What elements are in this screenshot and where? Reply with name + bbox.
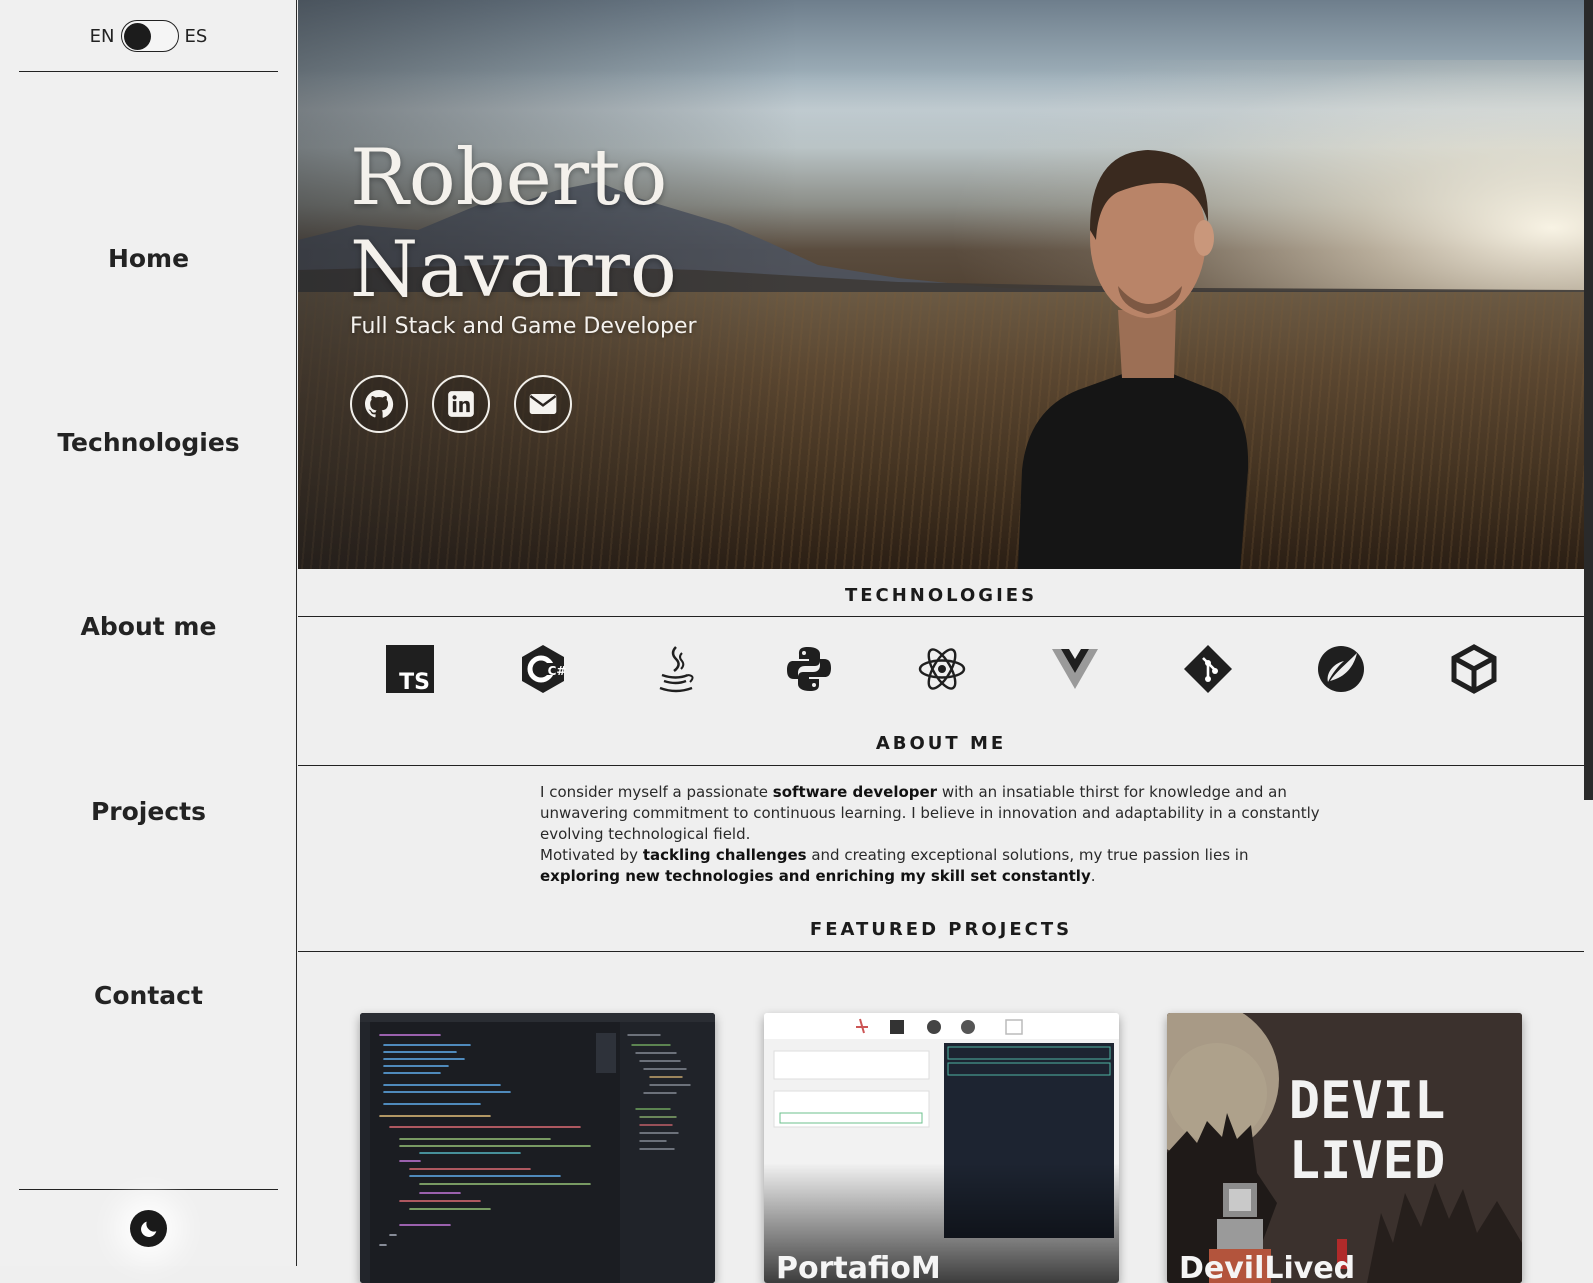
hero-name-last: Navarro	[350, 225, 677, 315]
linkedin-link[interactable]	[432, 375, 490, 433]
language-toggle-knob	[123, 22, 151, 50]
typescript-icon-text: TS	[399, 670, 430, 693]
projects-divider	[298, 951, 1584, 952]
sidebar: EN ES Home Technologies About me Project…	[0, 0, 297, 1266]
theme-toggle-button[interactable]	[130, 1210, 167, 1247]
java-icon	[650, 643, 702, 695]
nav-item-contact[interactable]: Contact	[0, 981, 297, 1010]
scrollbar-track[interactable]	[1584, 800, 1593, 1266]
nav-item-home[interactable]: Home	[0, 244, 297, 273]
project-thumbnail-devil-lived: DEVIL LIVED	[1167, 1013, 1522, 1283]
hero-name: Roberto Navarro	[350, 132, 677, 316]
projects-heading: FEATURED PROJECTS	[809, 919, 1073, 940]
moon-icon	[140, 1221, 156, 1237]
hero-banner: Roberto Navarro Full Stack and Game Deve…	[298, 0, 1584, 569]
about-heading: ABOUT ME	[875, 733, 1007, 754]
project-card-title: DevilLived	[1179, 1251, 1356, 1283]
hero-name-first: Roberto	[350, 133, 668, 223]
github-link[interactable]	[350, 375, 408, 433]
nav-item-about-me[interactable]: About me	[0, 612, 297, 641]
about-divider	[298, 765, 1584, 766]
python-icon	[783, 643, 835, 695]
mail-icon	[529, 394, 557, 414]
email-link[interactable]	[514, 375, 572, 433]
sidebar-divider-bottom	[19, 1189, 278, 1190]
react-icon	[916, 643, 968, 695]
about-p1-a: I consider myself a passionate	[540, 783, 773, 801]
hero-portrait-figure	[1018, 150, 1249, 569]
about-p2-b: tackling challenges	[642, 846, 807, 864]
about-p2-d: exploring new technologies and enriching…	[540, 867, 1091, 885]
project-card[interactable]: DEVIL LIVED DevilLived	[1167, 1013, 1522, 1283]
project-thumbnail-portafio	[764, 1013, 1119, 1283]
about-p2-c: and creating exceptional solutions, my t…	[806, 846, 1249, 864]
about-p2-a: Motivated by	[540, 846, 643, 864]
sidebar-divider-top	[19, 71, 278, 72]
vue-icon	[1049, 643, 1101, 695]
github-icon	[365, 390, 394, 418]
about-p2-e: .	[1090, 867, 1096, 885]
language-label-en[interactable]: EN	[90, 26, 115, 47]
linkedin-icon	[448, 391, 474, 417]
project-card[interactable]	[360, 1013, 715, 1283]
nav-item-technologies[interactable]: Technologies	[0, 428, 297, 457]
devil-lived-art-text: DEVIL	[1289, 1071, 1446, 1131]
csharp-icon: C#	[517, 643, 569, 695]
technologies-heading: TECHNOLOGIES	[844, 585, 1038, 606]
technologies-divider	[298, 616, 1584, 617]
devil-lived-art-text-2: LIVED	[1289, 1131, 1446, 1191]
nav-item-projects[interactable]: Projects	[0, 797, 297, 826]
language-label-es[interactable]: ES	[185, 26, 208, 47]
typescript-icon: TS	[384, 643, 436, 695]
unity-icon	[1448, 643, 1500, 695]
git-icon	[1182, 643, 1234, 695]
csharp-icon-text: C#	[548, 664, 567, 678]
language-switch: EN ES	[0, 16, 297, 56]
project-card[interactable]: PortafioM	[764, 1013, 1119, 1283]
spring-icon	[1315, 643, 1367, 695]
scrollbar-thumb[interactable]	[1584, 0, 1593, 800]
project-thumbnail-code-editor	[360, 1013, 715, 1283]
about-p1-b: software developer	[772, 783, 938, 801]
project-card-title: PortafioM	[776, 1251, 941, 1283]
language-toggle[interactable]	[120, 20, 179, 52]
about-text: I consider myself a passionate software …	[540, 782, 1320, 887]
hero-subtitle: Full Stack and Game Developer	[350, 314, 697, 339]
